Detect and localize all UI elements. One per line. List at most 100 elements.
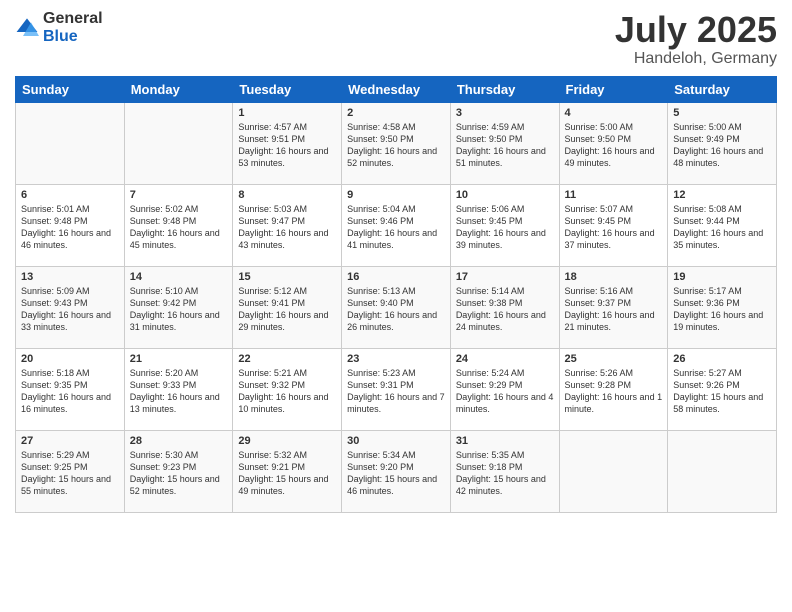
day-number: 2 — [347, 107, 445, 119]
calendar-cell: 26 Sunrise: 5:27 AM Sunset: 9:26 PM Dayli… — [668, 348, 777, 430]
day-number: 29 — [238, 435, 336, 447]
calendar-week-row: 6 Sunrise: 5:01 AM Sunset: 9:48 PM Daylig… — [16, 184, 777, 266]
cell-info: Sunrise: 4:59 AM Sunset: 9:50 PM Dayligh… — [456, 121, 554, 170]
cell-info: Sunrise: 5:29 AM Sunset: 9:25 PM Dayligh… — [21, 449, 119, 498]
day-number: 1 — [238, 107, 336, 119]
calendar-cell: 3 Sunrise: 4:59 AM Sunset: 9:50 PM Daylig… — [450, 102, 559, 184]
calendar-cell: 1 Sunrise: 4:57 AM Sunset: 9:51 PM Daylig… — [233, 102, 342, 184]
cell-info: Sunrise: 4:57 AM Sunset: 9:51 PM Dayligh… — [238, 121, 336, 170]
cell-info: Sunrise: 5:24 AM Sunset: 9:29 PM Dayligh… — [456, 367, 554, 416]
cell-info: Sunrise: 5:14 AM Sunset: 9:38 PM Dayligh… — [456, 285, 554, 334]
calendar-cell: 14Sunrise: 5:10 AM Sunset: 9:42 PM Dayli… — [124, 266, 233, 348]
logo-blue: Blue — [43, 28, 78, 45]
day-number: 17 — [456, 271, 554, 283]
calendar-cell: 5 Sunrise: 5:00 AM Sunset: 9:49 PM Daylig… — [668, 102, 777, 184]
calendar-cell: 24Sunrise: 5:24 AM Sunset: 9:29 PM Dayli… — [450, 348, 559, 430]
day-number: 9 — [347, 189, 445, 201]
calendar-cell: 9 Sunrise: 5:04 AM Sunset: 9:46 PM Daylig… — [342, 184, 451, 266]
day-number: 3 — [456, 107, 554, 119]
calendar-cell: 25 Sunrise: 5:26 AM Sunset: 9:28 PM Dayli… — [559, 348, 668, 430]
calendar-cell — [559, 430, 668, 512]
cell-info: Sunrise: 5:00 AM Sunset: 9:49 PM Dayligh… — [673, 121, 771, 170]
month-title: July 2025 — [615, 10, 777, 50]
calendar-cell: 13 Sunrise: 5:09 AM Sunset: 9:43 PM Dayli… — [16, 266, 125, 348]
calendar-cell: 28 Sunrise: 5:30 AM Sunset: 9:23 PM Dayli… — [124, 430, 233, 512]
day-number: 7 — [130, 189, 228, 201]
calendar-cell: 16Sunrise: 5:13 AM Sunset: 9:40 PM Dayli… — [342, 266, 451, 348]
calendar-cell: 8 Sunrise: 5:03 AM Sunset: 9:47 PM Daylig… — [233, 184, 342, 266]
day-number: 5 — [673, 107, 771, 119]
day-number: 20 — [21, 353, 119, 365]
cell-info: Sunrise: 5:32 AM Sunset: 9:21 PM Dayligh… — [238, 449, 336, 498]
header-day: Friday — [559, 76, 668, 102]
header-day: Saturday — [668, 76, 777, 102]
cell-info: Sunrise: 5:01 AM Sunset: 9:48 PM Dayligh… — [21, 203, 119, 252]
day-number: 25 — [565, 353, 663, 365]
cell-info: Sunrise: 5:21 AM Sunset: 9:32 PM Dayligh… — [238, 367, 336, 416]
calendar-cell: 6 Sunrise: 5:01 AM Sunset: 9:48 PM Daylig… — [16, 184, 125, 266]
cell-info: Sunrise: 5:26 AM Sunset: 9:28 PM Dayligh… — [565, 367, 663, 416]
cell-info: Sunrise: 5:30 AM Sunset: 9:23 PM Dayligh… — [130, 449, 228, 498]
calendar-cell — [124, 102, 233, 184]
cell-info: Sunrise: 5:12 AM Sunset: 9:41 PM Dayligh… — [238, 285, 336, 334]
title-block: July 2025 Handeloh, Germany — [615, 10, 777, 68]
cell-info: Sunrise: 5:10 AM Sunset: 9:42 PM Dayligh… — [130, 285, 228, 334]
cell-info: Sunrise: 5:03 AM Sunset: 9:47 PM Dayligh… — [238, 203, 336, 252]
day-number: 4 — [565, 107, 663, 119]
calendar-cell: 19Sunrise: 5:17 AM Sunset: 9:36 PM Dayli… — [668, 266, 777, 348]
location-title: Handeloh, Germany — [615, 50, 777, 68]
day-number: 26 — [673, 353, 771, 365]
cell-info: Sunrise: 5:18 AM Sunset: 9:35 PM Dayligh… — [21, 367, 119, 416]
calendar-cell: 22 Sunrise: 5:21 AM Sunset: 9:32 PM Dayli… — [233, 348, 342, 430]
header: General Blue July 2025 Handeloh, Germany — [15, 10, 777, 68]
cell-info: Sunrise: 5:17 AM Sunset: 9:36 PM Dayligh… — [673, 285, 771, 334]
page: General Blue July 2025 Handeloh, Germany… — [0, 0, 792, 612]
day-number: 27 — [21, 435, 119, 447]
cell-info: Sunrise: 5:02 AM Sunset: 9:48 PM Dayligh… — [130, 203, 228, 252]
header-day: Thursday — [450, 76, 559, 102]
logo: General Blue — [15, 10, 103, 46]
calendar-cell: 23Sunrise: 5:23 AM Sunset: 9:31 PM Dayli… — [342, 348, 451, 430]
calendar-week-row: 13 Sunrise: 5:09 AM Sunset: 9:43 PM Dayli… — [16, 266, 777, 348]
calendar-cell: 15 Sunrise: 5:12 AM Sunset: 9:41 PM Dayli… — [233, 266, 342, 348]
cell-info: Sunrise: 5:13 AM Sunset: 9:40 PM Dayligh… — [347, 285, 445, 334]
day-number: 22 — [238, 353, 336, 365]
calendar-cell: 12 Sunrise: 5:08 AM Sunset: 9:44 PM Dayli… — [668, 184, 777, 266]
calendar-cell: 27 Sunrise: 5:29 AM Sunset: 9:25 PM Dayli… — [16, 430, 125, 512]
header-day: Wednesday — [342, 76, 451, 102]
calendar-cell: 11 Sunrise: 5:07 AM Sunset: 9:45 PM Dayli… — [559, 184, 668, 266]
day-number: 11 — [565, 189, 663, 201]
calendar-cell: 7 Sunrise: 5:02 AM Sunset: 9:48 PM Daylig… — [124, 184, 233, 266]
calendar-cell: 18Sunrise: 5:16 AM Sunset: 9:37 PM Dayli… — [559, 266, 668, 348]
cell-info: Sunrise: 5:08 AM Sunset: 9:44 PM Dayligh… — [673, 203, 771, 252]
day-number: 8 — [238, 189, 336, 201]
calendar-cell: 31Sunrise: 5:35 AM Sunset: 9:18 PM Dayli… — [450, 430, 559, 512]
cell-info: Sunrise: 5:34 AM Sunset: 9:20 PM Dayligh… — [347, 449, 445, 498]
calendar-cell: 29 Sunrise: 5:32 AM Sunset: 9:21 PM Dayli… — [233, 430, 342, 512]
calendar-cell: 17 Sunrise: 5:14 AM Sunset: 9:38 PM Dayli… — [450, 266, 559, 348]
cell-info: Sunrise: 5:27 AM Sunset: 9:26 PM Dayligh… — [673, 367, 771, 416]
header-day: Sunday — [16, 76, 125, 102]
cell-info: Sunrise: 5:07 AM Sunset: 9:45 PM Dayligh… — [565, 203, 663, 252]
day-number: 10 — [456, 189, 554, 201]
cell-info: Sunrise: 5:00 AM Sunset: 9:50 PM Dayligh… — [565, 121, 663, 170]
day-number: 31 — [456, 435, 554, 447]
day-number: 15 — [238, 271, 336, 283]
calendar-cell: 21Sunrise: 5:20 AM Sunset: 9:33 PM Dayli… — [124, 348, 233, 430]
calendar-cell: 2Sunrise: 4:58 AM Sunset: 9:50 PM Daylig… — [342, 102, 451, 184]
cell-info: Sunrise: 5:09 AM Sunset: 9:43 PM Dayligh… — [21, 285, 119, 334]
calendar-cell: 30 Sunrise: 5:34 AM Sunset: 9:20 PM Dayli… — [342, 430, 451, 512]
day-number: 6 — [21, 189, 119, 201]
cell-info: Sunrise: 5:06 AM Sunset: 9:45 PM Dayligh… — [456, 203, 554, 252]
calendar-cell — [16, 102, 125, 184]
logo-general: General — [43, 10, 103, 27]
calendar-week-row: 1 Sunrise: 4:57 AM Sunset: 9:51 PM Daylig… — [16, 102, 777, 184]
day-number: 12 — [673, 189, 771, 201]
day-number: 28 — [130, 435, 228, 447]
day-number: 13 — [21, 271, 119, 283]
header-row: SundayMondayTuesdayWednesdayThursdayFrid… — [16, 76, 777, 102]
cell-info: Sunrise: 5:20 AM Sunset: 9:33 PM Dayligh… — [130, 367, 228, 416]
day-number: 18 — [565, 271, 663, 283]
cell-info: Sunrise: 5:04 AM Sunset: 9:46 PM Dayligh… — [347, 203, 445, 252]
day-number: 30 — [347, 435, 445, 447]
